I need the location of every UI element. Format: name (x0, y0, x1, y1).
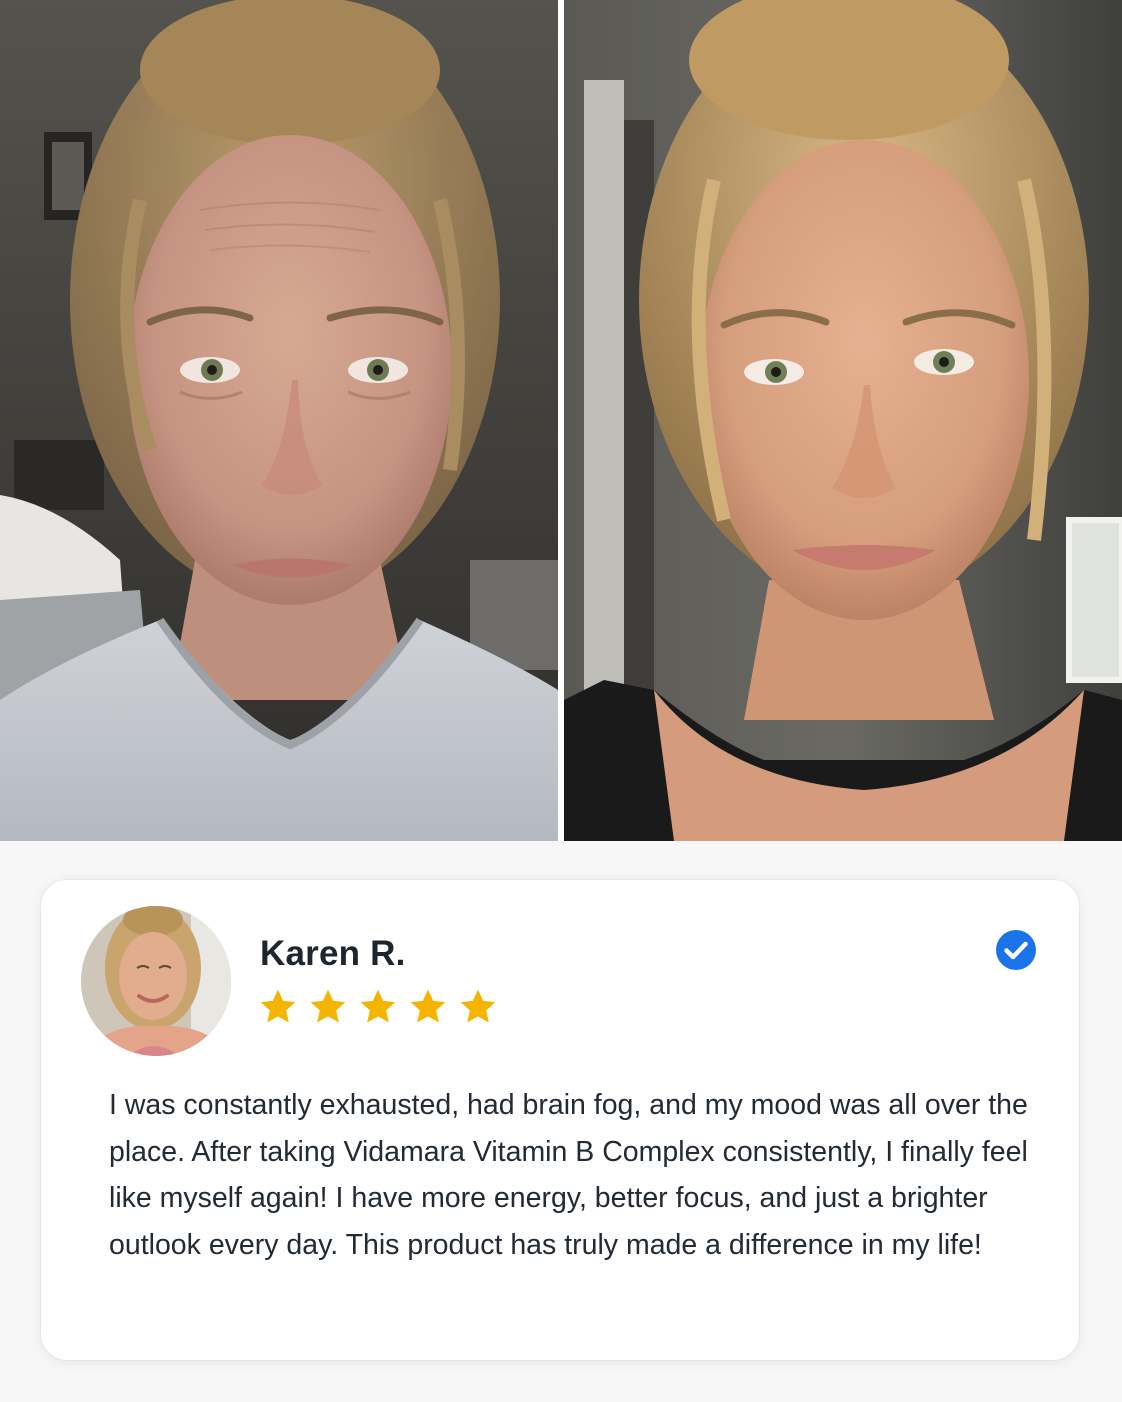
verified-check-icon (996, 930, 1036, 970)
star-icon (360, 989, 396, 1023)
reviewer-name: Karen R. (260, 934, 406, 973)
before-photo-image (0, 0, 558, 841)
star-icon (410, 989, 446, 1023)
review-card: Karen R. I was constantly exhausted, had… (41, 880, 1079, 1360)
before-photo (0, 0, 558, 841)
avatar (81, 906, 231, 1056)
review-text: I was constantly exhausted, had brain fo… (109, 1089, 1028, 1261)
after-photo (564, 0, 1122, 841)
star-icon (460, 989, 496, 1023)
before-after-photos (0, 0, 1122, 841)
avatar-image (81, 906, 231, 1056)
after-photo-image (564, 0, 1122, 841)
star-icon (310, 989, 346, 1023)
star-rating (258, 987, 498, 1027)
star-icon (260, 989, 296, 1023)
